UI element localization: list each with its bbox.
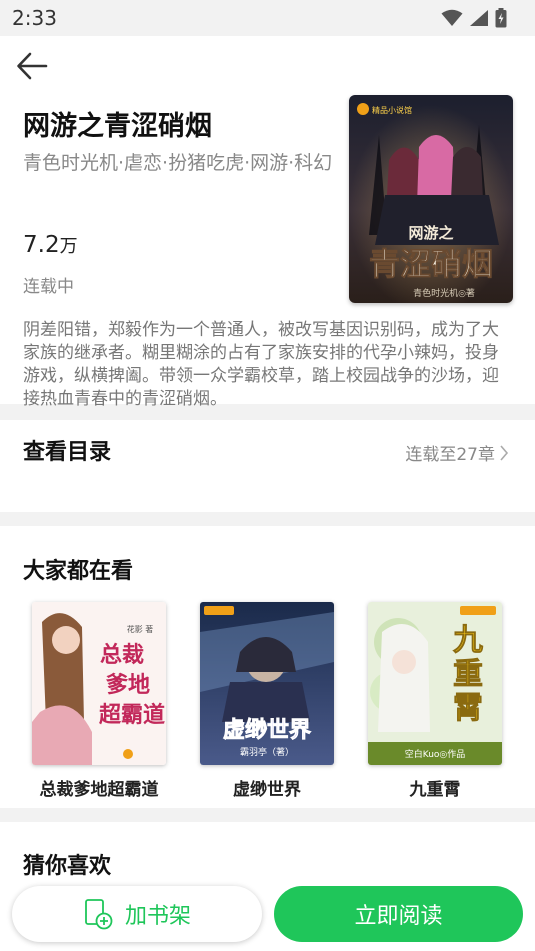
signal-icon: [470, 10, 488, 26]
chevron-right-icon: [500, 444, 509, 461]
cover-publisher: 精品小说馆: [372, 105, 412, 115]
book-cover: 精品小说馆 网游之 青涩硝烟 青色时光机◎著: [349, 95, 513, 303]
book-cover: 虚缈世界 霸羽亭（著）: [200, 602, 334, 765]
book-tags: 青色时光机·虐恋·扮猪吃虎·网游·科幻: [23, 152, 333, 174]
serial-status: 连载中: [23, 277, 74, 297]
popular-book-card[interactable]: 九 重 霄 空白Kuo◎作品 九重霄: [355, 602, 515, 800]
cover-title-line2: 重: [453, 657, 483, 692]
add-shelf-label: 加书架: [124, 904, 191, 929]
table-of-contents-row[interactable]: 查看目录 连载至27章: [0, 420, 535, 512]
word-count: 7.2万: [23, 232, 78, 258]
cover-author: 青色时光机◎著: [413, 287, 475, 299]
cover-title-large: 青涩硝烟: [369, 247, 493, 283]
toc-progress: 连载至27章: [405, 440, 509, 465]
read-now-label: 立即阅读: [354, 904, 443, 929]
status-bar: 2:33: [0, 0, 535, 36]
add-to-shelf-button[interactable]: 加书架: [12, 886, 262, 942]
cover-title-small: 网游之: [408, 224, 453, 242]
book-title: 网游之青涩硝烟: [23, 111, 212, 142]
cover-title-line3: 超霸道: [99, 702, 165, 728]
back-arrow-icon: [17, 52, 48, 80]
popular-section: 大家都在看 总裁 爹地 超霸道 花影 著 总裁爹地超霸道 虚缈世界 霸羽亭（著）…: [0, 526, 535, 808]
guess-title: 猜你喜欢: [23, 854, 112, 879]
cover-title: 总裁: [100, 642, 144, 668]
status-icons: [441, 6, 507, 30]
cover-author: 空白Kuo◎作品: [405, 748, 466, 760]
popular-book-card[interactable]: 虚缈世界 霸羽亭（著） 虚缈世界: [187, 602, 347, 800]
book-header: 网游之青涩硝烟 青色时光机·虐恋·扮猪吃虎·网游·科幻 7.2万 连载中 精品小…: [0, 36, 535, 409]
book-cover: 九 重 霄 空白Kuo◎作品: [368, 602, 502, 765]
battery-icon: [495, 8, 507, 28]
popular-book-card[interactable]: 总裁 爹地 超霸道 花影 著 总裁爹地超霸道: [19, 602, 179, 800]
cover-author: 花影 著: [127, 624, 154, 634]
book-description: 阴差阳错，郑毅作为一个普通人，被改写基因识别码，成为了大家族的继承者。糊里糊涂的…: [23, 320, 499, 409]
word-count-unit: 万: [59, 236, 78, 257]
word-count-value: 7.2: [23, 232, 60, 258]
toc-title: 查看目录: [23, 440, 112, 465]
read-now-button[interactable]: 立即阅读: [274, 886, 523, 942]
cover-author: 霸羽亭（著）: [240, 746, 294, 758]
popular-title: 大家都在看: [23, 559, 134, 584]
cover-title-line2: 爹地: [105, 672, 150, 698]
popular-book-name: 总裁爹地超霸道: [39, 780, 159, 800]
status-time: 2:33: [12, 6, 57, 30]
popular-book-name: 虚缈世界: [233, 780, 301, 800]
book-detail-page: 2:33 网游之青涩硝烟 青色时光机·虐恋·扮猪吃虎·网游·科幻 7.2万 连载…: [0, 0, 535, 951]
add-shelf-icon: [85, 899, 113, 930]
popular-book-name: 九重霄: [409, 780, 461, 800]
cover-title-line3: 霄: [453, 691, 483, 726]
toc-progress-label: 连载至27章: [405, 445, 495, 465]
back-button[interactable]: [12, 48, 52, 84]
wifi-icon: [441, 9, 463, 26]
book-cover: 总裁 爹地 超霸道 花影 著: [32, 602, 166, 765]
cover-title-line1: 九: [453, 623, 483, 658]
cover-title: 虚缈世界: [223, 717, 311, 743]
